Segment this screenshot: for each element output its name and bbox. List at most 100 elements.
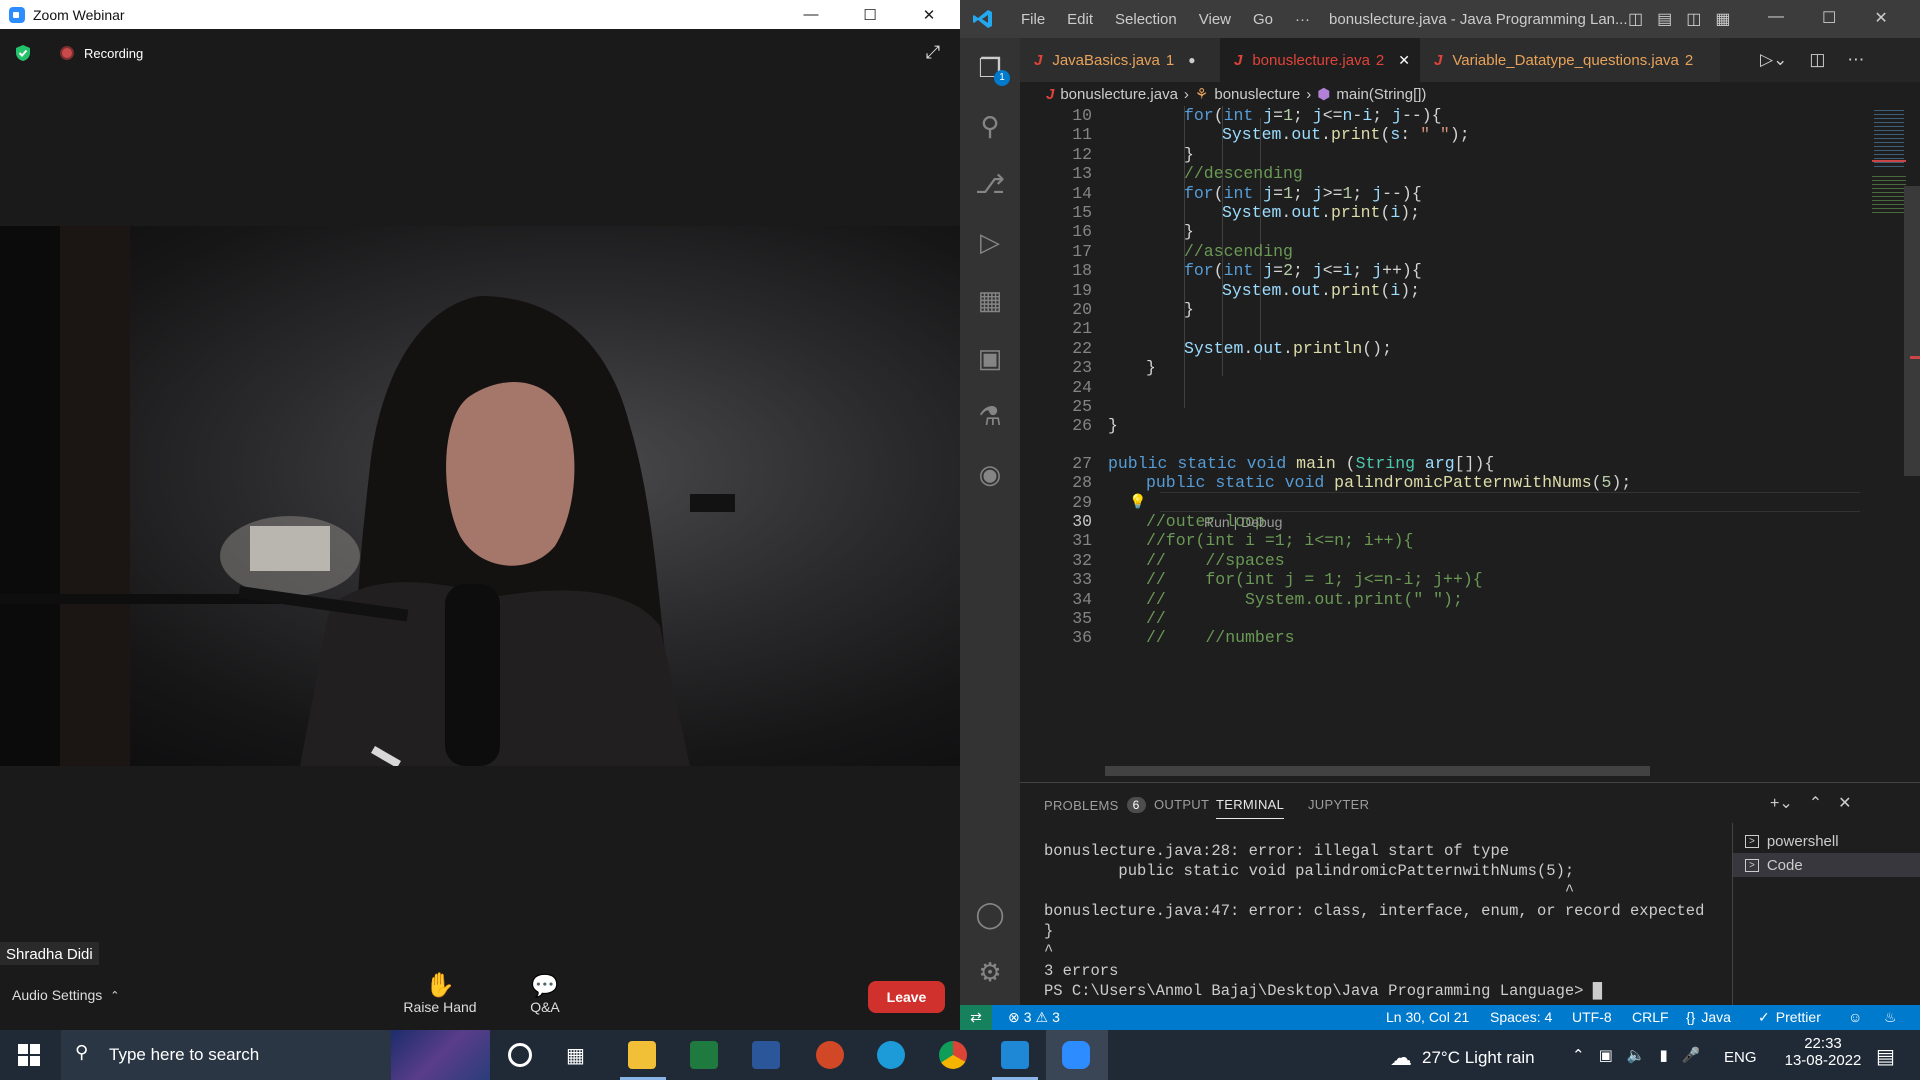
testing-flask-icon[interactable]: ⚗	[974, 400, 1006, 432]
remote-explorer-icon[interactable]: ▣	[974, 342, 1006, 374]
notifications-bell-icon[interactable]: ♨	[1884, 1009, 1897, 1026]
run-debug-icon[interactable]: ▷	[974, 226, 1006, 258]
cursor-position[interactable]: Ln 30, Col 21	[1386, 1009, 1469, 1025]
edge-icon[interactable]	[877, 1041, 905, 1069]
line-number: 13	[1072, 164, 1092, 184]
terminal-list: > powershell > Code	[1732, 823, 1920, 1006]
extensions-icon[interactable]: ▦	[974, 284, 1006, 316]
maximize-icon[interactable]: ☐	[841, 0, 899, 29]
volume-icon[interactable]: 🔈	[1627, 1046, 1646, 1064]
run-file-icon[interactable]: ▷⌄	[1760, 50, 1787, 70]
feedback-icon[interactable]: ☺	[1848, 1009, 1862, 1025]
input-language[interactable]: ENG	[1724, 1049, 1757, 1066]
close-panel-icon[interactable]: ✕	[1838, 793, 1851, 813]
problems-count-badge: 6	[1126, 797, 1146, 813]
search-icon[interactable]: ⚲	[974, 110, 1006, 142]
menu-go[interactable]: Go	[1242, 11, 1284, 28]
menu-view[interactable]: View	[1188, 11, 1242, 28]
explorer-icon[interactable]: ❐ 1	[974, 52, 1010, 86]
menu-selection[interactable]: Selection	[1104, 11, 1188, 28]
prettier-status[interactable]: ✓ Prettier	[1758, 1009, 1821, 1026]
vs-minimize-icon[interactable]: —	[1768, 8, 1784, 28]
excel-icon[interactable]	[690, 1041, 718, 1069]
powerpoint-icon[interactable]	[816, 1041, 844, 1069]
tab-jupyter[interactable]: JUPYTER	[1308, 797, 1369, 812]
clock[interactable]: 22:33 13-08-2022	[1780, 1035, 1866, 1069]
notification-center-icon[interactable]: ▤	[1876, 1044, 1895, 1069]
breadcrumb-class[interactable]: bonuslecture	[1214, 86, 1300, 103]
qa-button[interactable]: 💬 Q&A	[512, 973, 578, 1015]
source-control-icon[interactable]: ⎇	[974, 168, 1006, 200]
settings-gear-icon[interactable]: ⚙	[974, 956, 1006, 988]
chrome-icon[interactable]	[939, 1041, 967, 1069]
terminal-item-code[interactable]: > Code	[1733, 853, 1920, 877]
battery-icon[interactable]: ▮	[1659, 1046, 1667, 1064]
line-number: 25	[1072, 397, 1092, 416]
code-line: }	[1184, 144, 1194, 164]
tab-output[interactable]: OUTPUT	[1154, 797, 1209, 812]
weather-widget[interactable]: ☁ 27°C Light rain	[1390, 1045, 1535, 1071]
toggle-secondary-sidebar-icon[interactable]: ◫	[1686, 9, 1701, 29]
indentation[interactable]: Spaces: 4	[1490, 1009, 1552, 1025]
microphone-icon[interactable]: 🎤	[1682, 1046, 1701, 1064]
more-actions-icon[interactable]: ⋯	[1847, 50, 1864, 70]
java-file-icon: J	[1046, 85, 1055, 103]
vertical-scrollbar[interactable]	[1904, 186, 1920, 476]
minimap[interactable]	[1860, 106, 1920, 782]
zoom-taskbar-active[interactable]	[1046, 1030, 1108, 1080]
file-explorer-icon[interactable]	[628, 1041, 656, 1069]
menu-bar: File Edit Selection View Go ···	[1010, 11, 1321, 28]
new-terminal-icon[interactable]: +⌄	[1770, 793, 1793, 813]
minimize-icon[interactable]: —	[782, 0, 840, 29]
horizontal-scrollbar[interactable]	[1105, 766, 1650, 776]
leave-button[interactable]: Leave	[868, 981, 945, 1013]
windows-start-icon[interactable]	[18, 1044, 40, 1066]
audio-settings-button[interactable]: Audio Settings ⌃	[12, 987, 120, 1003]
breadcrumb-method[interactable]: main(String[])	[1336, 86, 1426, 103]
language-mode[interactable]: {} Java	[1686, 1009, 1731, 1025]
tab-javabasics[interactable]: J JavaBasics.java 1 ●	[1020, 38, 1220, 82]
code-editor[interactable]: 10 for(int j=1; j<=n-i; j--){11 System.out…	[1020, 106, 1860, 782]
word-icon[interactable]	[752, 1041, 780, 1069]
tab-error-count: 2	[1375, 51, 1385, 69]
network-icon[interactable]: ▣	[1599, 1046, 1613, 1064]
zoom-window-title: Zoom Webinar	[33, 6, 125, 23]
tab-variable-datatype[interactable]: J Variable_Datatype_questions.java 2	[1420, 38, 1720, 82]
menu-file[interactable]: File	[1010, 11, 1056, 28]
raise-hand-button[interactable]: ✋ Raise Hand	[400, 973, 480, 1016]
menu-more[interactable]: ···	[1284, 11, 1321, 28]
vs-maximize-icon[interactable]: ☐	[1822, 8, 1836, 28]
remote-icon[interactable]: ⇄	[960, 1005, 992, 1030]
unsaved-dot-icon[interactable]: ●	[1188, 53, 1195, 67]
line-ending[interactable]: CRLF	[1632, 1009, 1669, 1025]
tab-bonuslecture[interactable]: J bonuslecture.java 2 ✕	[1220, 38, 1420, 82]
toggle-sidebar-icon[interactable]: ◫	[1628, 9, 1643, 29]
vs-close-icon[interactable]: ✕	[1874, 8, 1887, 28]
tab-terminal[interactable]: TERMINAL	[1216, 797, 1285, 819]
close-icon[interactable]: ✕	[900, 0, 958, 29]
maximize-panel-icon[interactable]: ⌃	[1809, 793, 1822, 813]
github-icon[interactable]: ◉	[974, 458, 1006, 490]
run-debug-codelens[interactable]: Run | Debug	[1204, 514, 1282, 530]
lightbulb-icon[interactable]: 💡	[1129, 494, 1146, 511]
cortana-icon[interactable]	[508, 1043, 532, 1067]
terminal-output[interactable]: bonuslecture.java:28: error: illegal sta…	[1044, 841, 1704, 1001]
taskbar-search-box[interactable]: ⚲ Type here to search	[61, 1030, 490, 1080]
split-editor-icon[interactable]: ◫	[1809, 50, 1825, 70]
task-view-icon[interactable]: ▦	[566, 1043, 585, 1068]
weather-label: 27°C Light rain	[1422, 1048, 1535, 1067]
line-number: 28	[1072, 473, 1092, 493]
encoding[interactable]: UTF-8	[1572, 1009, 1612, 1025]
vscode-taskbar-icon[interactable]	[1001, 1041, 1029, 1069]
toggle-panel-icon[interactable]: ▤	[1657, 9, 1672, 29]
chevron-up-icon[interactable]: ⌃	[1572, 1046, 1585, 1064]
problems-status[interactable]: ⊗ 3 ⚠ 3	[1008, 1009, 1060, 1026]
menu-edit[interactable]: Edit	[1056, 11, 1104, 28]
breadcrumb-file[interactable]: bonuslecture.java	[1060, 86, 1178, 103]
tab-close-icon[interactable]: ✕	[1398, 52, 1410, 69]
tab-problems[interactable]: PROBLEMS 6	[1044, 797, 1146, 813]
terminal-item-powershell[interactable]: > powershell	[1745, 833, 1839, 850]
fullscreen-icon[interactable]: ⤢	[918, 42, 948, 68]
accounts-icon[interactable]: ◯	[974, 898, 1006, 930]
customize-layout-icon[interactable]: ▦	[1715, 9, 1730, 29]
